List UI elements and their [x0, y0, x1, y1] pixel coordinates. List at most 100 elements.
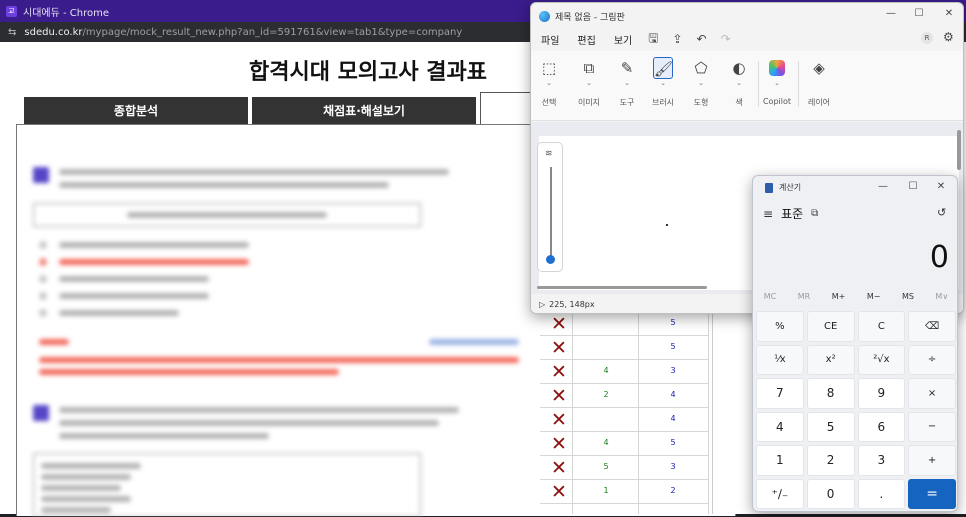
menu-file[interactable]: 파일	[539, 32, 561, 47]
table-row: ✕ 5 3	[540, 456, 708, 480]
my-answer: 4	[603, 366, 609, 375]
paint-ribbon: ⬚ ⌄ 선택 ⧉ ⌄ 이미지 ✎ ⌄ 도구 🖌 ⌄ 브러시 ⬠ ⌄ 도형 ◐ ⌄ 색 ⌄ C…	[531, 51, 963, 121]
correct-answer: 4	[670, 390, 676, 399]
shapes-icon: ⬠	[694, 59, 708, 77]
digit-0-button[interactable]: 0	[806, 478, 855, 509]
undo-icon[interactable]: ↶	[697, 32, 707, 46]
brush-size-slider[interactable]	[550, 167, 552, 257]
x-mark-icon: ✕	[551, 361, 567, 383]
paint-menu-bar: 파일 편집 보기 🖫 ⇪ ↶ ↷	[531, 29, 963, 50]
account-avatar[interactable]: R	[921, 32, 933, 44]
horizontal-scrollbar[interactable]	[537, 286, 707, 289]
share-icon[interactable]: ⇪	[672, 32, 682, 46]
site-settings-icon[interactable]: ⇆	[8, 27, 16, 38]
history-icon[interactable]: ↺	[937, 206, 946, 219]
add-button[interactable]: +	[908, 445, 956, 476]
decimal-button[interactable]: .	[857, 478, 906, 509]
x-mark-icon: ✕	[551, 313, 567, 335]
answer-table: ✕ 5 ✕ 5 ✕ 4 3 ✕ 2 4 ✕ 4 ✕ 4 5 ✕ 5 3 ✕ 1 …	[540, 312, 710, 514]
reciprocal-button[interactable]: ¹⁄x	[756, 344, 804, 375]
layers-tool[interactable]: ◈ 레이어	[801, 57, 837, 108]
digit-6-button[interactable]: 6	[857, 411, 906, 442]
chrome-window-title: 시대에듀 - Chrome	[23, 7, 109, 19]
minimize-icon[interactable]: —	[873, 181, 893, 192]
memory-bar: MC MR M+ M− MS M∨	[753, 292, 957, 308]
negate-button[interactable]: ⁺∕₋	[756, 478, 804, 509]
tab-scoring-explanations[interactable]: 채점표·해설보기	[252, 97, 476, 124]
clear-button[interactable]: C	[857, 311, 906, 342]
url-host[interactable]: sdedu.co.kr	[24, 27, 82, 38]
image-tool[interactable]: ⧉ ⌄ 이미지	[571, 57, 607, 108]
memory-store-button[interactable]: MS	[902, 292, 914, 308]
memory-subtract-button[interactable]: M−	[867, 292, 881, 308]
subtract-button[interactable]: −	[908, 411, 956, 442]
canvas-dot	[666, 224, 668, 226]
menu-view[interactable]: 보기	[612, 32, 634, 47]
select-icon: ⬚	[541, 59, 557, 77]
digit-2-button[interactable]: 2	[806, 445, 855, 476]
slider-handle[interactable]	[546, 255, 555, 264]
multiply-button[interactable]: ×	[908, 378, 956, 409]
site-favicon-icon: 교	[6, 5, 17, 17]
calculator-display: 0	[929, 240, 949, 275]
calculator-keypad: % CE C ⌫ ¹⁄x x² ²√x ÷ 7 8 9 × 4 5 6 − 1 …	[756, 311, 956, 509]
digit-7-button[interactable]: 7	[756, 378, 804, 409]
tab-overall-analysis[interactable]: 종합분석	[24, 97, 248, 124]
correct-answer: 2	[670, 486, 676, 495]
maximize-icon[interactable]: ☐	[909, 8, 929, 19]
maximize-icon[interactable]: ☐	[903, 181, 923, 192]
brush-tool[interactable]: 🖌 ⌄ 브러시	[645, 57, 681, 108]
close-icon[interactable]: ✕	[939, 8, 959, 19]
close-icon[interactable]: ✕	[931, 181, 951, 192]
page-scrollbar[interactable]	[712, 312, 742, 514]
correct-answer: 5	[670, 342, 676, 351]
redo-icon[interactable]: ↷	[721, 32, 731, 46]
equals-button[interactable]: =	[908, 478, 956, 509]
save-icon[interactable]: 🖫	[648, 29, 658, 50]
digit-4-button[interactable]: 4	[756, 411, 804, 442]
memory-recall-button[interactable]: MR	[798, 292, 810, 308]
vertical-scrollbar[interactable]	[957, 130, 961, 170]
table-row: ✕ 5	[540, 312, 708, 336]
select-tool[interactable]: ⬚ ⌄ 선택	[531, 57, 567, 108]
tools-tool[interactable]: ✎ ⌄ 도구	[609, 57, 645, 108]
x-mark-icon: ✕	[551, 385, 567, 407]
x-mark-icon: ✕	[551, 433, 567, 455]
minimize-icon[interactable]: —	[881, 8, 901, 19]
digit-5-button[interactable]: 5	[806, 411, 855, 442]
digit-3-button[interactable]: 3	[857, 445, 906, 476]
divide-button[interactable]: ÷	[908, 344, 956, 375]
digit-9-button[interactable]: 9	[857, 378, 906, 409]
backspace-button[interactable]: ⌫	[908, 311, 956, 342]
menu-edit[interactable]: 편집	[575, 32, 597, 47]
table-row: ✕ 5	[540, 336, 708, 360]
calculator-titlebar: 계산기	[765, 182, 801, 193]
memory-add-button[interactable]: M+	[832, 292, 846, 308]
copilot-icon	[769, 60, 785, 76]
calculator-window: 계산기 — ☐ ✕ ≡ 표준 ⧉ ↺ 0 MC MR M+ M− MS M∨ %…	[752, 175, 958, 512]
settings-gear-icon[interactable]: ⚙	[943, 30, 954, 44]
url-path[interactable]: /mypage/mock_result_new.php?an_id=591761…	[83, 27, 463, 38]
hamburger-menu-icon[interactable]: ≡	[763, 207, 773, 221]
keep-on-top-icon[interactable]: ⧉	[811, 208, 818, 219]
shapes-tool[interactable]: ⬠ ⌄ 도형	[683, 57, 719, 108]
square-button[interactable]: x²	[806, 344, 855, 375]
percent-button[interactable]: %	[756, 311, 804, 342]
x-mark-icon: ✕	[551, 481, 567, 503]
my-answer: 4	[603, 438, 609, 447]
cursor-position-icon: ▷	[539, 300, 546, 309]
square-root-button[interactable]: ²√x	[857, 344, 906, 375]
correct-answer: 4	[670, 414, 676, 423]
memory-list-button[interactable]: M∨	[935, 292, 948, 308]
clear-entry-button[interactable]: CE	[806, 311, 855, 342]
paint-app-icon	[539, 11, 550, 22]
my-answer: 5	[603, 462, 609, 471]
table-row: ✕ 2 4	[540, 384, 708, 408]
digit-1-button[interactable]: 1	[756, 445, 804, 476]
digit-8-button[interactable]: 8	[806, 378, 855, 409]
color-tool[interactable]: ◐ ⌄ 색	[721, 57, 757, 108]
copilot-tool[interactable]: ⌄ Copilot	[759, 57, 795, 106]
memory-clear-button[interactable]: MC	[764, 292, 777, 308]
x-mark-icon: ✕	[551, 409, 567, 431]
question-number-badge	[33, 405, 49, 421]
